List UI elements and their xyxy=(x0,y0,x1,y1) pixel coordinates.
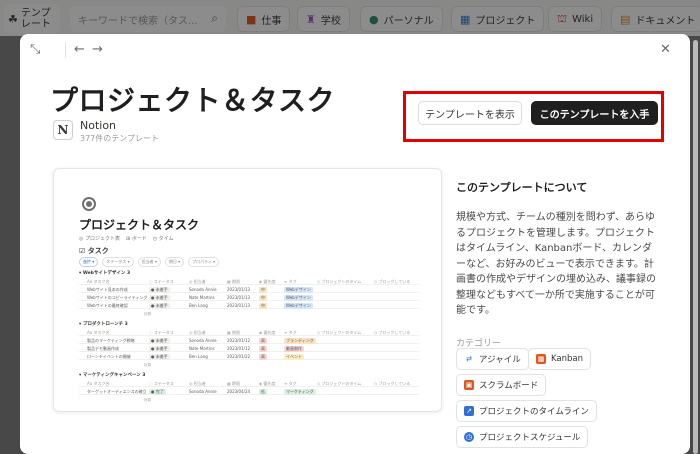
preview-group-label: ▾ マーケティングキャンペーン 3 xyxy=(79,373,146,378)
notion-logo-icon: N xyxy=(53,120,73,140)
scrum-board-icon: ▣ xyxy=(464,380,474,390)
preview-header-row: Aa タスク名 ◌ ステータス ◎ 担当者 ▦ 期限 ◈ 優先度 ≡ タグ ◇ … xyxy=(79,329,419,336)
category-tag-kanban[interactable]: ▦ Kanban xyxy=(528,348,592,370)
author-name[interactable]: Notion xyxy=(80,119,116,132)
template-modal: ⤡ ← → ✕ プロジェクト＆タスク N Notion 377件のテンプレート … xyxy=(20,34,690,454)
preview-filter: ステータス ▾ xyxy=(102,257,134,267)
view-template-button[interactable]: テンプレートを表示 xyxy=(418,101,522,125)
preview-group-label: ▾ Webサイトデザイン 3 xyxy=(79,271,131,276)
preview-title: プロジェクト＆タスク xyxy=(79,218,200,232)
toolbar-divider xyxy=(65,42,66,58)
table-row: ローンチイベントの開催 ● 未着手 Ben Lang 2023/01/22 高 … xyxy=(79,353,419,360)
template-preview-card[interactable]: プロジェクト＆タスク ◎ プロジェクト表 ⊞ ボード ◷ タイム ☑ タスク 進… xyxy=(53,168,442,412)
preview-header-row: Aa タスク名 ◌ ステータス ◎ 担当者 ▦ 期限 ◈ 優先度 ≡ タグ ◇ … xyxy=(79,380,419,387)
preview-filter: 進捗 ▾ xyxy=(79,257,99,267)
preview-table-title: ☑ タスク xyxy=(79,247,109,255)
preview-tab: ◷ タイム xyxy=(152,236,174,242)
page-scrollbar[interactable] xyxy=(693,40,698,454)
back-arrow-icon[interactable]: ← xyxy=(74,42,85,57)
schedule-icon: ◷ xyxy=(464,432,474,442)
forward-arrow-icon[interactable]: → xyxy=(92,42,103,57)
category-tag-agile[interactable]: ⇄ アジャイル xyxy=(456,348,529,370)
category-tag-project-timeline[interactable]: ↗ プロジェクトのタイムライン xyxy=(456,400,597,422)
preview-filter: プロパティ ▾ xyxy=(188,257,220,267)
table-row: Webサイトの最終確認 ● 未着手 Ben Lang 2023/01/13 中 … xyxy=(79,302,419,309)
preview-tabs: ◎ プロジェクト表 ⊞ ボード ◷ タイム xyxy=(79,235,174,242)
preview-tab: ◎ プロジェクト表 xyxy=(79,236,120,242)
category-tag-project-schedule[interactable]: ◷ プロジェクトスケジュール xyxy=(456,426,589,448)
table-row: 製品のマーケティング戦略 ● 未着手 Sonoda Annie 2023/01/… xyxy=(79,337,419,344)
table-row: Webサイトのコピーライティング ● 未着手 Nate Martins 2023… xyxy=(79,294,419,301)
target-icon xyxy=(82,197,96,211)
preview-calc-label: 計算 xyxy=(144,398,151,402)
preview-tab: ⊞ ボード xyxy=(125,236,147,242)
expand-icon[interactable]: ⤡ xyxy=(30,42,40,57)
template-title: プロジェクト＆タスク xyxy=(50,84,336,117)
about-heading: このテンプレートについて xyxy=(456,181,588,194)
preview-header-row: Aa タスク名 ◌ ステータス ◎ 担当者 ▦ 期限 ◈ 優先度 ≡ タグ ◇ … xyxy=(79,278,419,285)
table-row: 製品デモ動画作成 ● 未着手 Nate Martins 2023/01/12 高… xyxy=(79,345,419,352)
about-description: 規模や方式、チームの種別を問わず、あらゆるプロジェクトを管理します。プロジェクト… xyxy=(456,212,656,316)
table-row: Webサイト見本の作成 ● 未着手 Sonoda Annie 2023/01/1… xyxy=(79,286,419,293)
close-icon[interactable]: ✕ xyxy=(660,42,671,57)
preview-filter: 期日 ▾ xyxy=(164,257,185,267)
author-template-count: 377件のテンプレート xyxy=(80,134,160,143)
table-row: ターゲットオーディエンスの確立 ● 完了 Sonoda Annie 2023/0… xyxy=(79,388,419,395)
preview-calc-label: 計算 xyxy=(144,312,151,316)
kanban-icon: ▦ xyxy=(536,354,546,364)
preview-calc-label: 計算 xyxy=(144,363,151,367)
preview-filter: 担当者 ▾ xyxy=(137,257,161,267)
preview-filters: 進捗 ▾ ステータス ▾ 担当者 ▾ 期日 ▾ プロパティ ▾ xyxy=(79,257,220,267)
agile-icon: ⇄ xyxy=(466,355,472,363)
preview-group-label: ▾ プロダクトローンチ 3 xyxy=(79,322,128,327)
timeline-icon: ↗ xyxy=(464,406,474,416)
get-template-button[interactable]: このテンプレートを入手 xyxy=(531,101,658,125)
category-tag-scrum-board[interactable]: ▣ スクラムボード xyxy=(456,374,547,396)
